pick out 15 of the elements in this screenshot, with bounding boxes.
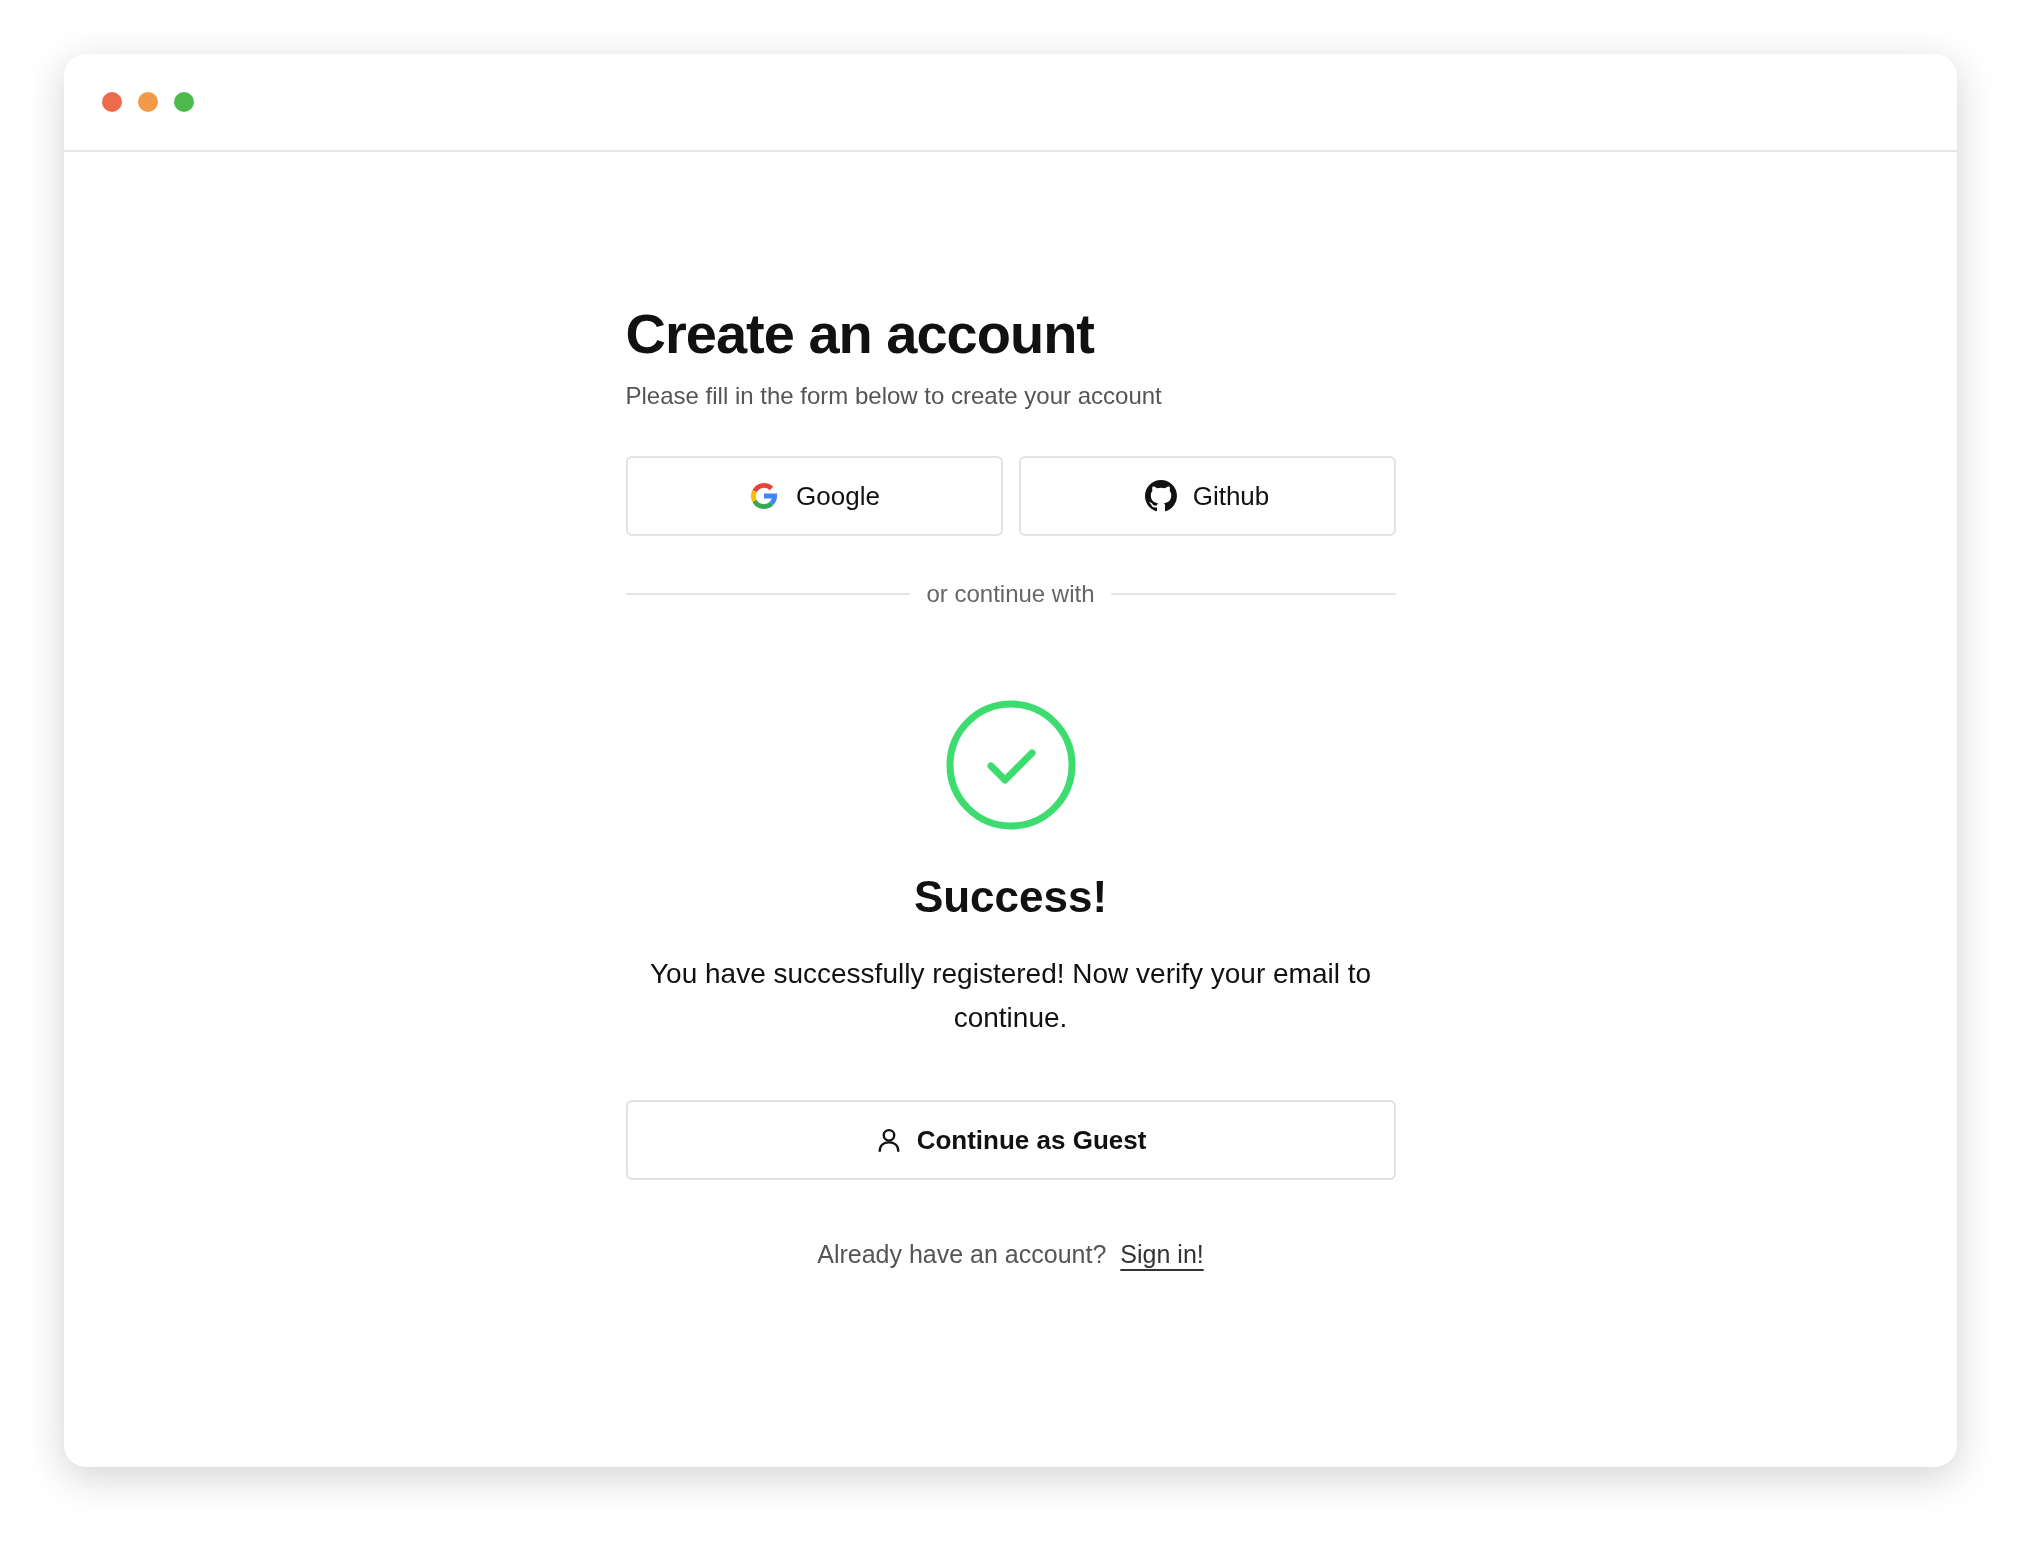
sign-in-link[interactable]: Sign in! bbox=[1120, 1240, 1204, 1269]
subtitle-text: Please fill in the form below to create your account bbox=[625, 382, 1162, 410]
success-check-icon bbox=[945, 700, 1076, 830]
page-heading: Create an account bbox=[625, 301, 1094, 367]
google-button[interactable]: Google bbox=[625, 456, 1003, 536]
success-title: Success! bbox=[913, 872, 1108, 922]
github-button[interactable]: Github bbox=[1018, 456, 1396, 536]
success-message: You have successfully registered! Now verify your email to continue. bbox=[648, 957, 1373, 1035]
footer-text: Already have an account? bbox=[817, 1240, 1107, 1269]
window-control-dot[interactable] bbox=[138, 92, 158, 112]
window-control-dot[interactable] bbox=[102, 92, 122, 112]
window-control-dot[interactable] bbox=[174, 92, 194, 112]
divider-text: or continue with bbox=[926, 580, 1095, 608]
cat-silhouette-icon bbox=[1144, 480, 1177, 512]
continue-as-guest-button[interactable]: Continue as Guest bbox=[625, 1100, 1396, 1180]
